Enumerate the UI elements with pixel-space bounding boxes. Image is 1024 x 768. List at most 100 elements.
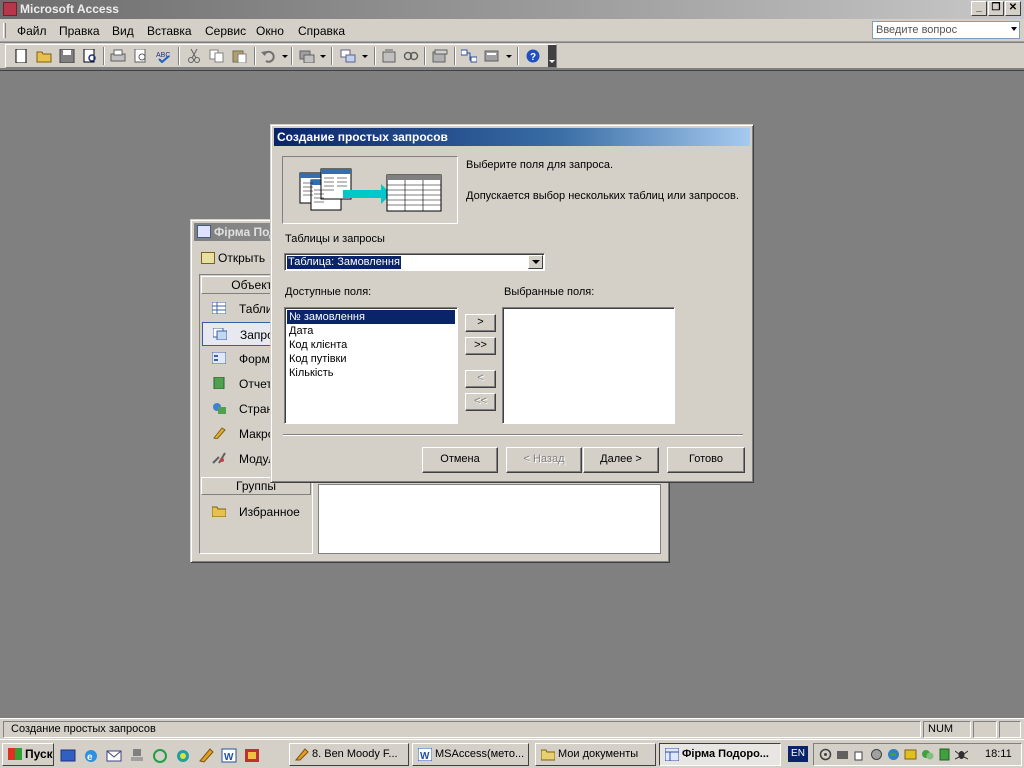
print-icon[interactable] (110, 49, 126, 63)
available-fields-list[interactable]: № замовлення Дата Код клієнта Код путівк… (284, 307, 458, 424)
finish-button[interactable]: Готово (667, 447, 745, 473)
open-button[interactable]: Открыть (201, 251, 265, 265)
properties-icon[interactable] (432, 49, 448, 63)
office-links-icon[interactable] (299, 49, 315, 63)
new-icon[interactable] (13, 49, 29, 63)
spider-icon[interactable] (955, 748, 968, 761)
svg-text:W: W (224, 752, 234, 763)
list-item[interactable]: Дата (287, 324, 455, 338)
toolbar-separator (254, 47, 256, 65)
favorites-label: Избранное (239, 505, 300, 519)
winamp-quick-icon[interactable] (198, 748, 214, 763)
menu-insert[interactable]: Вставка (147, 24, 192, 38)
toolbar: ABC ? (0, 43, 1024, 69)
messenger-icon[interactable] (904, 748, 917, 761)
minimize-button[interactable]: _ (971, 1, 987, 16)
save-icon[interactable] (59, 49, 75, 63)
new-object-dropdown-icon[interactable] (506, 55, 512, 58)
menu-tools[interactable]: Сервис (205, 24, 246, 38)
task-label: Мои документы (558, 748, 639, 760)
clock[interactable]: 18:11 (985, 748, 1012, 760)
remove-all-fields-button[interactable]: << (465, 393, 496, 411)
analyze-dropdown-icon[interactable] (362, 55, 368, 58)
network-tray-icon[interactable] (836, 748, 849, 761)
task-my-documents[interactable]: Мои документы (535, 743, 656, 766)
language-indicator[interactable]: EN (788, 746, 808, 762)
list-item[interactable]: Код путівки (287, 352, 455, 366)
menu-view[interactable]: Вид (112, 24, 134, 38)
total-commander-icon[interactable] (244, 748, 260, 763)
chat-icon[interactable] (921, 748, 934, 761)
internet-explorer-icon[interactable]: e (83, 748, 99, 763)
script-icon[interactable] (403, 49, 419, 63)
list-item[interactable]: Код клієнта (287, 338, 455, 352)
ask-question-box[interactable]: Введите вопрос (872, 21, 1020, 39)
globe-icon[interactable] (175, 748, 191, 763)
module-icon (212, 452, 226, 464)
refresh-tray-icon[interactable] (870, 748, 883, 761)
flower-icon[interactable] (819, 748, 832, 761)
menu-window[interactable]: Окно (256, 24, 284, 38)
antivirus-icon[interactable] (938, 748, 951, 761)
cup-icon[interactable] (853, 748, 866, 761)
outlook-icon[interactable] (106, 748, 122, 763)
undo-dropdown-icon[interactable] (282, 55, 288, 58)
menu-help[interactable]: Справка (298, 24, 345, 38)
chevron-down-icon[interactable] (1011, 27, 1017, 31)
code-icon[interactable] (381, 49, 397, 63)
menu-file[interactable]: Файл (17, 24, 47, 38)
access-app-icon[interactable] (3, 2, 17, 16)
menu-grip[interactable] (3, 23, 6, 38)
start-button[interactable]: Пуск (2, 743, 54, 766)
network-icon[interactable] (129, 748, 145, 763)
cancel-button[interactable]: Отмена (422, 447, 498, 473)
chevron-down-icon[interactable] (528, 255, 543, 269)
paste-icon[interactable] (232, 49, 248, 63)
help-icon[interactable]: ? (525, 49, 541, 63)
word-quick-icon[interactable]: W (221, 748, 237, 763)
form-icon (212, 352, 226, 364)
database-objects-list[interactable] (318, 484, 661, 554)
task-word-document[interactable]: W MSAccess(мето... (412, 743, 529, 766)
toolbar-separator (331, 47, 333, 65)
toolbar-separator (103, 47, 105, 65)
table-icon (212, 302, 226, 314)
cut-icon[interactable] (186, 49, 202, 63)
undo-icon[interactable] (261, 49, 277, 63)
task-winamp[interactable]: 8. Ben Moody F... (289, 743, 409, 766)
add-all-fields-button[interactable]: >> (465, 337, 496, 355)
toolbar-options-button[interactable] (548, 45, 556, 67)
print-preview-icon[interactable] (133, 49, 149, 63)
close-button[interactable]: ✕ (1005, 1, 1021, 16)
list-item[interactable]: Кількість (287, 366, 455, 380)
menu-edit[interactable]: Правка (59, 24, 100, 38)
add-field-button[interactable]: > (465, 314, 496, 332)
folder-icon (541, 749, 555, 761)
group-favorites[interactable]: Избранное (202, 500, 312, 524)
selected-fields-label: Выбранные поля: (504, 286, 595, 298)
selected-fields-list[interactable] (502, 307, 675, 424)
list-item[interactable]: № замовлення (287, 310, 455, 324)
office-links-dropdown-icon[interactable] (320, 55, 326, 58)
app-title-bar[interactable]: Microsoft Access _ ❐ ✕ (0, 0, 1024, 19)
globe-tray-icon[interactable] (887, 748, 900, 761)
sync-icon[interactable] (152, 748, 168, 763)
copy-icon[interactable] (209, 49, 225, 63)
simple-query-wizard-dialog[interactable]: Создание простых запросов Выберите поля … (270, 124, 754, 483)
desktop-icon[interactable] (60, 748, 76, 763)
tables-queries-select[interactable]: Таблица: Замовлення (284, 253, 545, 271)
svg-text:W: W (420, 751, 430, 761)
new-object-icon[interactable] (484, 49, 500, 63)
spelling-icon[interactable]: ABC (156, 49, 172, 63)
remove-field-button[interactable]: < (465, 370, 496, 388)
open-icon[interactable] (36, 49, 52, 63)
ask-question-placeholder: Введите вопрос (876, 24, 958, 36)
wizard-title-bar[interactable]: Создание простых запросов (274, 128, 750, 146)
relationships-icon[interactable] (461, 49, 477, 63)
restore-button[interactable]: ❐ (988, 1, 1004, 16)
next-button[interactable]: Далее > (583, 447, 659, 473)
task-access-database[interactable]: Фірма Подоро... (659, 743, 781, 766)
analyze-icon[interactable] (340, 49, 356, 63)
back-button[interactable]: < Назад (506, 447, 582, 473)
search-icon[interactable] (82, 49, 98, 63)
